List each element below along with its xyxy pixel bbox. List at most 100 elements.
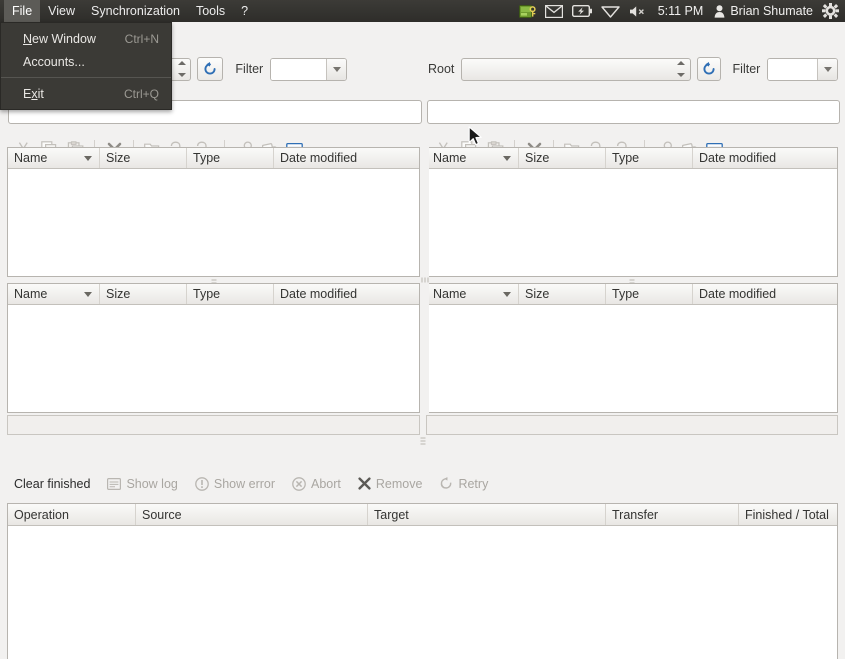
keyring-icon[interactable] (518, 0, 536, 22)
splitter-vertical[interactable] (420, 147, 429, 413)
column-header-name[interactable]: Name (427, 284, 519, 304)
chevron-down-icon (332, 66, 341, 72)
left-status-strip (7, 415, 420, 435)
sort-descending-icon (84, 292, 92, 297)
menu-tools[interactable]: Tools (188, 0, 233, 22)
abort-icon (292, 476, 306, 491)
queue-column-header-source[interactable]: Source (136, 504, 368, 525)
column-header-type[interactable]: Type (606, 284, 693, 304)
right-root-combo[interactable] (461, 57, 691, 81)
file-list-top-left[interactable] (8, 169, 419, 276)
splitter-grip (421, 277, 428, 283)
menu-view[interactable]: View (40, 0, 83, 22)
menu-separator (1, 77, 171, 78)
menu-synchronization[interactable]: Synchronization (83, 0, 188, 22)
splitter-grip (420, 437, 425, 444)
wifi-icon[interactable] (600, 0, 620, 22)
remove-icon (358, 477, 371, 490)
column-header-name[interactable]: Name (8, 284, 100, 304)
system-settings-gear-icon[interactable] (822, 0, 839, 22)
column-header-name[interactable]: Name (8, 148, 100, 168)
column-header-type[interactable]: Type (187, 148, 274, 168)
column-header-row: Name Size Type Date modified (8, 284, 419, 305)
left-filter-dropdown-button[interactable] (326, 58, 347, 80)
menu-file[interactable]: File (4, 0, 41, 22)
error-icon (195, 476, 209, 491)
mail-icon[interactable] (544, 0, 563, 22)
user-menu[interactable]: Brian Shumate (714, 4, 813, 18)
column-header-name[interactable]: Name (427, 148, 519, 168)
show-error-button[interactable]: Show error (195, 477, 275, 491)
pane-bottom-right[interactable]: Name Size Type Date modified (426, 283, 838, 413)
menu-bar: File View Synchronization Tools ? (0, 0, 256, 22)
queue-column-header-target[interactable]: Target (368, 504, 606, 525)
window-body: Root Filter Root (0, 22, 845, 659)
left-root-spin-arrows[interactable] (177, 60, 186, 77)
column-header-size[interactable]: Size (519, 284, 606, 304)
column-header-type[interactable]: Type (187, 284, 274, 304)
pane-bottom-left[interactable]: Name Size Type Date modified (7, 283, 420, 413)
pane-top-left[interactable]: Name Size Type Date modified (7, 147, 420, 277)
right-filter-combo[interactable] (767, 57, 838, 81)
transfer-queue-table[interactable]: Operation Source Target Transfer Finishe… (7, 503, 838, 659)
queue-toolbar: Clear finished Show log Show error Abort… (0, 470, 845, 497)
chevron-down-icon (823, 66, 832, 72)
column-header-size[interactable]: Size (100, 284, 187, 304)
queue-row-list[interactable] (8, 526, 837, 659)
left-refresh-button[interactable] (197, 57, 224, 81)
file-list-bottom-left[interactable] (8, 305, 419, 412)
right-refresh-button[interactable] (696, 57, 721, 81)
file-menu-popup: New Window Ctrl+N Accounts... Exit Ctrl+… (0, 22, 172, 110)
menu-item-new-window-accel: Ctrl+N (124, 31, 159, 46)
column-header-row: Name Size Type Date modified (8, 148, 419, 169)
right-root-filter-group: Root Filter (428, 55, 838, 83)
sort-descending-icon (503, 292, 511, 297)
clock[interactable]: 5:11 PM (656, 4, 706, 18)
menu-item-accounts[interactable]: Accounts... (1, 50, 171, 73)
column-header-type[interactable]: Type (606, 148, 693, 168)
volume-muted-icon[interactable] (629, 0, 647, 22)
column-header-date-modified[interactable]: Date modified (693, 148, 837, 168)
menu-item-exit-label: Exit (23, 86, 44, 101)
log-icon (107, 477, 122, 490)
username-label: Brian Shumate (730, 4, 813, 18)
battery-icon[interactable] (571, 0, 592, 22)
left-filter-input[interactable] (271, 58, 327, 80)
right-filter-input[interactable] (768, 58, 817, 80)
column-header-size[interactable]: Size (519, 148, 606, 168)
user-icon (714, 4, 725, 18)
retry-button[interactable]: Retry (439, 477, 488, 491)
abort-button[interactable]: Abort (292, 477, 341, 491)
column-header-date-modified[interactable]: Date modified (274, 284, 419, 304)
menu-item-new-window[interactable]: New Window Ctrl+N (1, 27, 171, 50)
right-root-label: Root (428, 62, 455, 76)
queue-column-header-finished-total[interactable]: Finished / Total (739, 504, 837, 525)
right-status-strip (426, 415, 838, 435)
left-filter-combo[interactable] (270, 57, 348, 81)
refresh-icon (703, 62, 715, 75)
right-path-input[interactable] (427, 100, 840, 124)
splitter-queue[interactable] (0, 436, 845, 445)
column-header-date-modified[interactable]: Date modified (693, 284, 837, 304)
menu-item-exit[interactable]: Exit Ctrl+Q (1, 82, 171, 105)
pane-top-right[interactable]: Name Size Type Date modified (426, 147, 838, 277)
queue-column-header-operation[interactable]: Operation (8, 504, 136, 525)
menu-help[interactable]: ? (233, 0, 256, 22)
file-list-top-right[interactable] (427, 169, 837, 276)
queue-column-header-transfer[interactable]: Transfer (606, 504, 739, 525)
remove-button[interactable]: Remove (358, 477, 422, 491)
menu-item-exit-accel: Ctrl+Q (123, 86, 159, 101)
column-header-date-modified[interactable]: Date modified (274, 148, 419, 168)
sort-descending-icon (84, 156, 92, 161)
right-filter-label: Filter (732, 62, 761, 76)
clear-finished-button[interactable]: Clear finished (14, 477, 90, 491)
file-list-bottom-right[interactable] (427, 305, 837, 412)
sort-descending-icon (503, 156, 511, 161)
column-header-size[interactable]: Size (100, 148, 187, 168)
left-filter-label: Filter (235, 62, 264, 76)
show-log-button[interactable]: Show log (107, 477, 178, 491)
column-header-row: Name Size Type Date modified (427, 148, 837, 169)
right-root-spin-arrows[interactable] (677, 60, 686, 77)
right-filter-dropdown-button[interactable] (817, 58, 837, 80)
system-tray: 5:11 PM Brian Shumate (518, 0, 845, 22)
